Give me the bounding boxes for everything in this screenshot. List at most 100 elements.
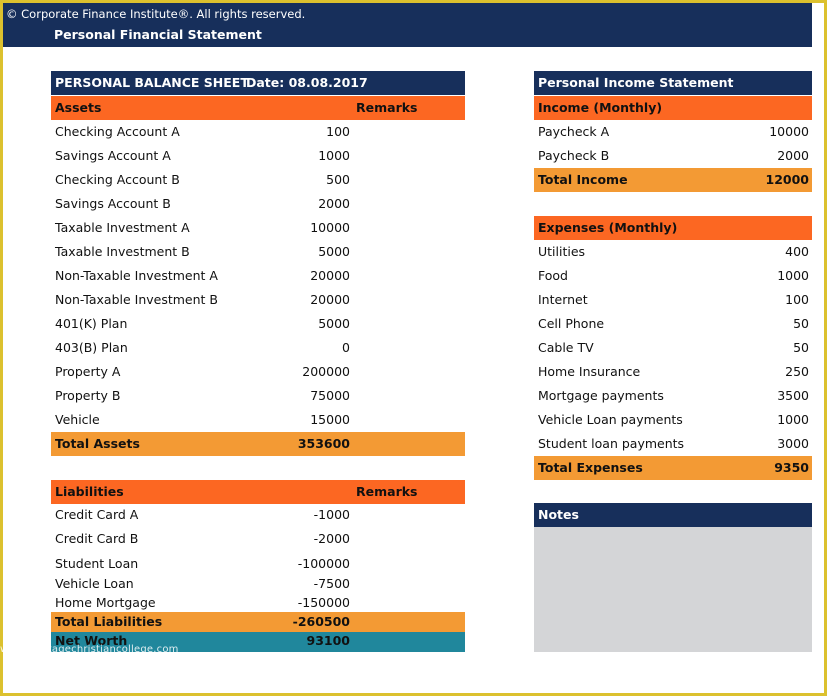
net-worth-value: 93100 (306, 633, 351, 648)
assets-remarks-header: Remarks (356, 100, 418, 115)
line-item-label: 401(K) Plan (55, 316, 128, 331)
notes-header: Notes (538, 507, 579, 522)
line-item-label: Credit Card A (55, 507, 139, 522)
income-header: Income (Monthly) (538, 100, 663, 115)
line-item-row: Non-Taxable Investment A 20000 (51, 264, 465, 288)
line-item-value: 5000 (318, 244, 350, 259)
total-income-row: Total Income 12000 (534, 168, 812, 192)
line-item-row: Vehicle 15000 (51, 408, 465, 432)
line-item-label: Non-Taxable Investment B (55, 292, 218, 307)
document-title: Personal Financial Statement (54, 27, 262, 42)
line-item-label: Vehicle (55, 412, 100, 427)
line-item-label: Mortgage payments (538, 388, 664, 403)
line-item-label: Student loan payments (538, 436, 685, 451)
expenses-header: Expenses (Monthly) (538, 220, 678, 235)
line-item-row: Taxable Investment B 5000 (51, 240, 465, 264)
line-item-value: 3000 (777, 436, 809, 451)
line-item-value: 10000 (769, 124, 809, 139)
line-item-value: -100000 (297, 556, 350, 571)
watermark-text: www.heritagechristiancollege.com (0, 644, 179, 655)
line-item-value: 2000 (318, 196, 350, 211)
line-item-label: Checking Account B (55, 172, 180, 187)
line-item-label: Checking Account A (55, 124, 180, 139)
assets-header-row: Assets Remarks (51, 96, 465, 120)
total-expenses-value: 9350 (774, 460, 809, 475)
line-item-label: Paycheck B (538, 148, 610, 163)
line-item-label: Savings Account B (55, 196, 171, 211)
line-item-row: Student Loan -100000 (51, 553, 465, 575)
line-item-value: 400 (785, 244, 809, 259)
line-item-value: 5000 (318, 316, 350, 331)
line-item-row: 403(B) Plan 0 (51, 336, 465, 360)
line-item-label: Cell Phone (538, 316, 605, 331)
balance-sheet-date: Date: 08.08.2017 (246, 75, 368, 90)
liabilities-header: Liabilities (55, 484, 124, 499)
line-item-value: -1000 (313, 507, 350, 522)
line-item-value: 2000 (777, 148, 809, 163)
line-item-value: 75000 (310, 388, 350, 403)
line-item-value: 1000 (777, 412, 809, 427)
balance-sheet-title: PERSONAL BALANCE SHEET (55, 75, 249, 90)
line-item-row: Savings Account A 1000 (51, 144, 465, 168)
notes-area[interactable] (534, 527, 812, 652)
line-item-row: Home Mortgage -150000 (51, 592, 465, 614)
line-item-label: Property A (55, 364, 121, 379)
assets-header: Assets (55, 100, 102, 115)
line-item-row: Checking Account B 500 (51, 168, 465, 192)
line-item-label: Home Mortgage (55, 595, 156, 610)
line-item-label: Paycheck A (538, 124, 610, 139)
line-item-value: 50 (793, 316, 809, 331)
line-item-value: 20000 (310, 268, 350, 283)
line-item-value: 200000 (302, 364, 350, 379)
line-item-row: Property B 75000 (51, 384, 465, 408)
line-item-value: -2000 (313, 531, 350, 546)
line-item-row: Credit Card B -2000 (51, 528, 465, 550)
line-item-row: Food 1000 (534, 264, 812, 288)
income-statement-title: Personal Income Statement (538, 75, 734, 90)
line-item-label: Vehicle Loan payments (538, 412, 683, 427)
line-item-row: Utilities 400 (534, 240, 812, 264)
line-item-value: 20000 (310, 292, 350, 307)
line-item-value: 500 (326, 172, 350, 187)
total-income-label: Total Income (538, 172, 628, 187)
line-item-label: Savings Account A (55, 148, 171, 163)
total-assets-value: 353600 (297, 436, 350, 451)
line-item-row: 401(K) Plan 5000 (51, 312, 465, 336)
line-item-value: -150000 (297, 595, 350, 610)
line-item-value: 0 (342, 340, 350, 355)
line-item-row: Cell Phone 50 (534, 312, 812, 336)
line-item-row: Paycheck B 2000 (534, 144, 812, 168)
line-item-value: 3500 (777, 388, 809, 403)
line-item-label: Non-Taxable Investment A (55, 268, 218, 283)
line-item-row: Taxable Investment A 10000 (51, 216, 465, 240)
line-item-row: Vehicle Loan payments 1000 (534, 408, 812, 432)
line-item-label: Student Loan (55, 556, 139, 571)
line-item-label: Credit Card B (55, 531, 139, 546)
line-item-label: Home Insurance (538, 364, 641, 379)
line-item-label: 403(B) Plan (55, 340, 128, 355)
total-expenses-row: Total Expenses 9350 (534, 456, 812, 480)
line-item-row: Checking Account A 100 (51, 120, 465, 144)
line-item-label: Internet (538, 292, 588, 307)
line-item-row: Mortgage payments 3500 (534, 384, 812, 408)
header-band: © Corporate Finance Institute®. All righ… (3, 3, 812, 47)
total-liabilities-value: -260500 (292, 614, 350, 629)
copyright-text: © Corporate Finance Institute®. All righ… (6, 7, 306, 21)
line-item-row: Student loan payments 3000 (534, 432, 812, 456)
line-item-label: Property B (55, 388, 121, 403)
total-liabilities-label: Total Liabilities (55, 614, 163, 629)
line-item-value: 10000 (310, 220, 350, 235)
total-assets-row: Total Assets 353600 (51, 432, 465, 456)
line-item-row: Savings Account B 2000 (51, 192, 465, 216)
line-item-label: Taxable Investment A (55, 220, 190, 235)
line-item-row: Cable TV 50 (534, 336, 812, 360)
line-item-value: 15000 (310, 412, 350, 427)
line-item-label: Taxable Investment B (55, 244, 190, 259)
expenses-header-row: Expenses (Monthly) (534, 216, 812, 240)
line-item-row: Home Insurance 250 (534, 360, 812, 384)
line-item-value: 250 (785, 364, 809, 379)
line-item-row: Credit Card A -1000 (51, 504, 465, 526)
line-item-value: 1000 (318, 148, 350, 163)
notes-header-row: Notes (534, 503, 812, 527)
total-liabilities-row: Total Liabilities -260500 (51, 612, 465, 632)
